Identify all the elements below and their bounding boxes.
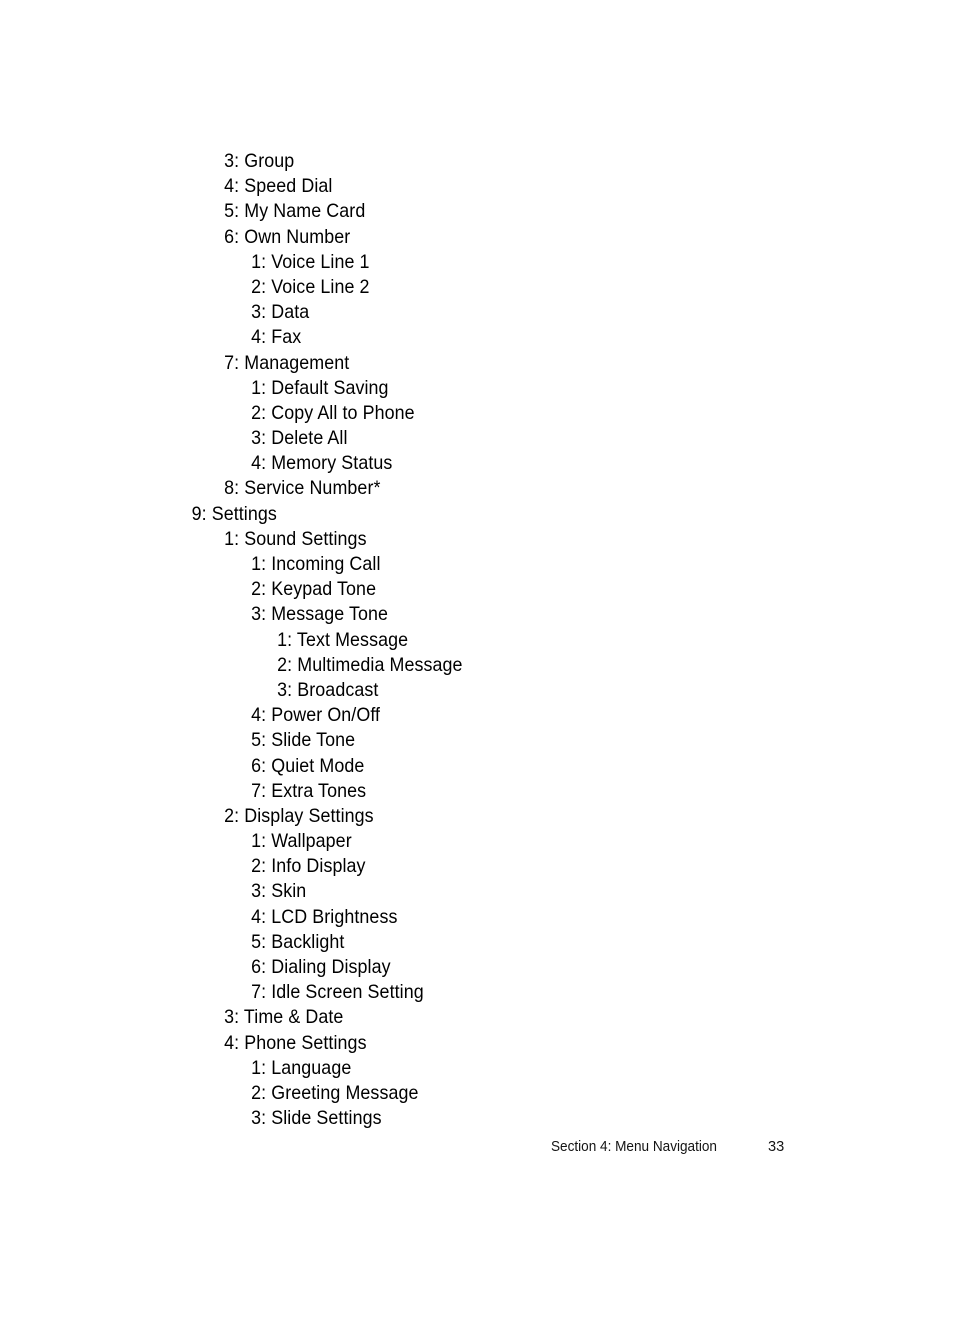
menu-outline-item: 8: Service Number* bbox=[224, 478, 381, 500]
menu-outline-item: 1: Voice Line 1 bbox=[251, 251, 370, 273]
menu-outline-item: 1: Wallpaper bbox=[251, 831, 352, 853]
menu-outline-item: 1: Language bbox=[251, 1057, 352, 1079]
manual-page: 3: Group 4: Speed Dial 5: My Name Card 6: O… bbox=[0, 0, 954, 1319]
menu-outline-item: 1: Sound Settings bbox=[224, 528, 367, 550]
menu-outline-item: 1: Default Saving bbox=[251, 377, 389, 399]
menu-outline-item: 5: Slide Tone bbox=[251, 730, 356, 752]
menu-outline-item: 4: Phone Settings bbox=[224, 1032, 367, 1054]
menu-outline-item: 4: LCD Brightness bbox=[251, 906, 398, 928]
menu-outline-item: 5: My Name Card bbox=[224, 201, 366, 223]
menu-outline-item: 4: Power On/Off bbox=[251, 705, 381, 727]
page-footer: Section 4: Menu Navigation 33 bbox=[0, 1136, 954, 1160]
menu-outline-item: 7: Management bbox=[224, 352, 350, 374]
menu-outline-item: 2: Greeting Message bbox=[251, 1082, 419, 1104]
menu-outline-item: 4: Speed Dial bbox=[224, 176, 333, 198]
footer-page-number: 33 bbox=[768, 1139, 785, 1155]
menu-outline-item: 2: Copy All to Phone bbox=[251, 402, 415, 424]
menu-outline-item: 4: Fax bbox=[251, 327, 302, 349]
menu-outline-item: 3: Skin bbox=[251, 881, 307, 903]
menu-outline-item: 9: Settings bbox=[191, 503, 277, 525]
menu-outline-item: 2: Multimedia Message bbox=[277, 654, 463, 676]
menu-outline-item: 6: Own Number bbox=[224, 226, 351, 248]
menu-outline-item: 3: Delete All bbox=[251, 428, 348, 450]
menu-outline-item: 2: Info Display bbox=[251, 856, 366, 878]
menu-outline-item: 2: Voice Line 2 bbox=[251, 276, 370, 298]
menu-outline-item: 3: Data bbox=[251, 302, 310, 324]
menu-outline-item: 2: Display Settings bbox=[224, 805, 374, 827]
menu-outline-item: 3: Message Tone bbox=[251, 604, 389, 626]
menu-outline-item: 3: Time & Date bbox=[224, 1007, 344, 1029]
menu-outline-item: 6: Dialing Display bbox=[251, 957, 391, 978]
menu-outline-item: 3: Broadcast bbox=[277, 679, 379, 701]
menu-outline-item: 7: Extra Tones bbox=[251, 780, 367, 802]
menu-outline-item: 1: Text Message bbox=[277, 629, 409, 651]
menu-outline-item: 3: Slide Settings bbox=[251, 1108, 382, 1130]
menu-outline-item: 6: Quiet Mode bbox=[251, 755, 365, 777]
menu-outline-item: 5: Backlight bbox=[251, 931, 345, 953]
menu-outline-item: 3: Group bbox=[224, 151, 295, 172]
menu-outline-item: 4: Memory Status bbox=[251, 453, 393, 475]
menu-outline-item: 2: Keypad Tone bbox=[251, 579, 377, 601]
footer-section-label: Section 4: Menu Navigation bbox=[551, 1139, 717, 1155]
menu-outline-item: 1: Incoming Call bbox=[251, 554, 381, 575]
menu-outline-list: 3: Group 4: Speed Dial 5: My Name Card 6: O… bbox=[0, 149, 954, 1131]
menu-outline-item: 7: Idle Screen Setting bbox=[251, 982, 424, 1004]
